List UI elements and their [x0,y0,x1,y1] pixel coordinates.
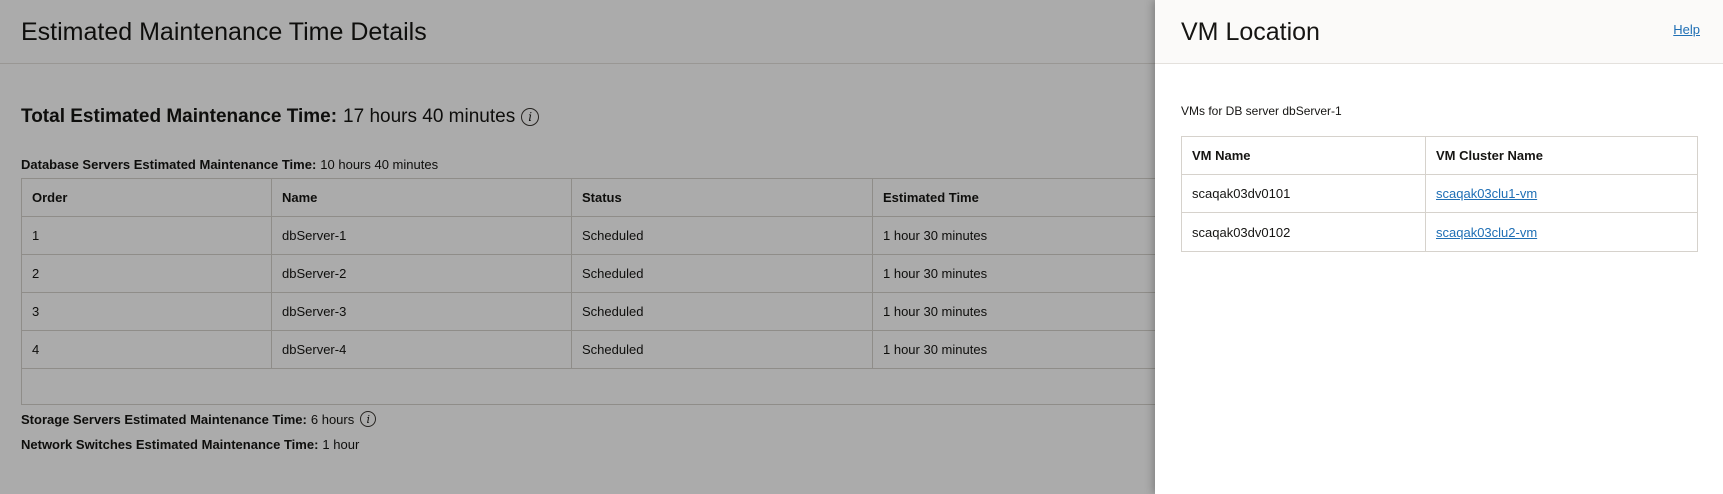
column-header-vm-cluster-name[interactable]: VM Cluster Name [1426,137,1697,174]
cell-vm-name: scaqak03dv0102 [1182,213,1426,251]
column-header-vm-name[interactable]: VM Name [1182,137,1426,174]
vm-table-row: scaqak03dv0101 scaqak03clu1-vm [1182,175,1697,213]
cell-vm-cluster: scaqak03clu1-vm [1426,175,1697,212]
drawer-title: VM Location [1181,18,1320,46]
drawer-header: VM Location Help [1155,0,1723,64]
cell-vm-name: scaqak03dv0101 [1182,175,1426,212]
vm-location-drawer: VM Location Help VMs for DB server dbSer… [1155,0,1723,494]
help-link[interactable]: Help [1673,22,1700,37]
cell-vm-cluster: scaqak03clu2-vm [1426,213,1697,251]
vm-table-row: scaqak03dv0102 scaqak03clu2-vm [1182,213,1697,251]
vm-cluster-link[interactable]: scaqak03clu1-vm [1436,186,1537,201]
vm-table: VM Name VM Cluster Name scaqak03dv0101 s… [1181,136,1698,252]
vm-cluster-link[interactable]: scaqak03clu2-vm [1436,225,1537,240]
modal-overlay[interactable] [0,0,1155,494]
drawer-subtitle: VMs for DB server dbServer-1 [1181,104,1342,118]
vm-table-header-row: VM Name VM Cluster Name [1182,137,1697,175]
